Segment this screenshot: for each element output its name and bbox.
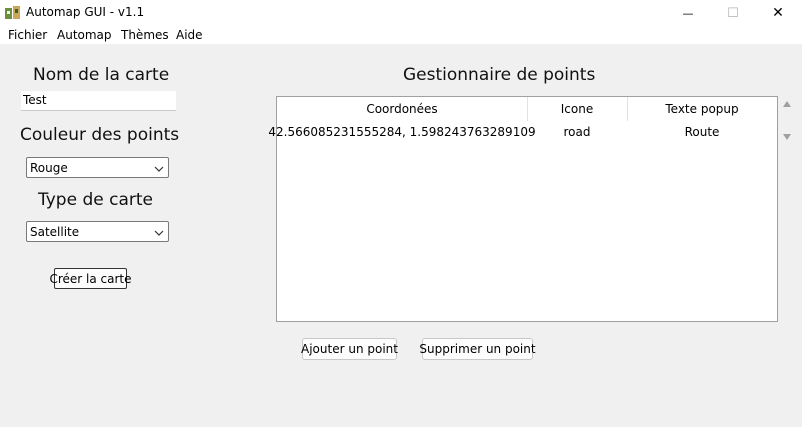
app-icon — [5, 6, 21, 20]
minimize-button[interactable]: — — [665, 0, 711, 26]
map-name-heading: Nom de la carte — [33, 65, 170, 85]
menu-aide[interactable]: Aide — [176, 28, 203, 42]
menu-bar: Fichier Automap Thèmes Aide — [0, 26, 802, 44]
minimize-icon: — — [682, 6, 694, 20]
map-type-select[interactable]: Satellite — [26, 221, 169, 242]
delete-point-button[interactable]: Supprimer un point — [419, 338, 536, 360]
map-type-value: Satellite — [30, 225, 80, 239]
map-type-heading: Type de carte — [38, 190, 153, 210]
close-icon: ✕ — [772, 5, 784, 21]
chevron-down-icon — [154, 163, 164, 173]
chevron-down-icon — [154, 227, 164, 237]
row-popup-text: Route — [684, 125, 720, 139]
points-table[interactable]: Coordonées Icone Texte popup 42.56608523… — [268, 96, 778, 322]
close-button[interactable]: ✕ — [755, 0, 801, 26]
add-point-button[interactable]: Ajouter un point — [301, 338, 398, 360]
menu-themes[interactable]: Thèmes — [121, 28, 169, 42]
column-header-icon[interactable]: Icone — [527, 97, 627, 121]
scroll-down-icon[interactable] — [782, 131, 792, 141]
point-color-select[interactable]: Rouge — [26, 157, 169, 178]
point-color-value: Rouge — [30, 161, 68, 175]
column-header-popup-text[interactable]: Texte popup — [627, 97, 777, 121]
maximize-button[interactable]: ☐ — [710, 0, 756, 26]
point-color-heading: Couleur des points — [20, 125, 180, 145]
menu-automap[interactable]: Automap — [57, 28, 112, 42]
row-icon: road — [563, 125, 591, 139]
maximize-icon: ☐ — [727, 5, 739, 21]
map-name-input[interactable]: Test — [21, 91, 176, 111]
points-manager-heading: Gestionnaire de points — [403, 65, 596, 85]
create-map-button[interactable]: Créer la carte — [49, 268, 132, 289]
title-bar: Automap GUI - v1.1 — ☐ ✕ — [0, 0, 802, 26]
column-header-coordinates[interactable]: Coordonées — [277, 97, 527, 121]
map-name-value: Test — [23, 93, 47, 107]
row-coordinates: 42.566085231555284, 1.598243763289109 — [268, 125, 536, 139]
menu-fichier[interactable]: Fichier — [8, 28, 47, 42]
window-title: Automap GUI - v1.1 — [26, 5, 145, 19]
scroll-up-icon[interactable] — [782, 98, 792, 108]
